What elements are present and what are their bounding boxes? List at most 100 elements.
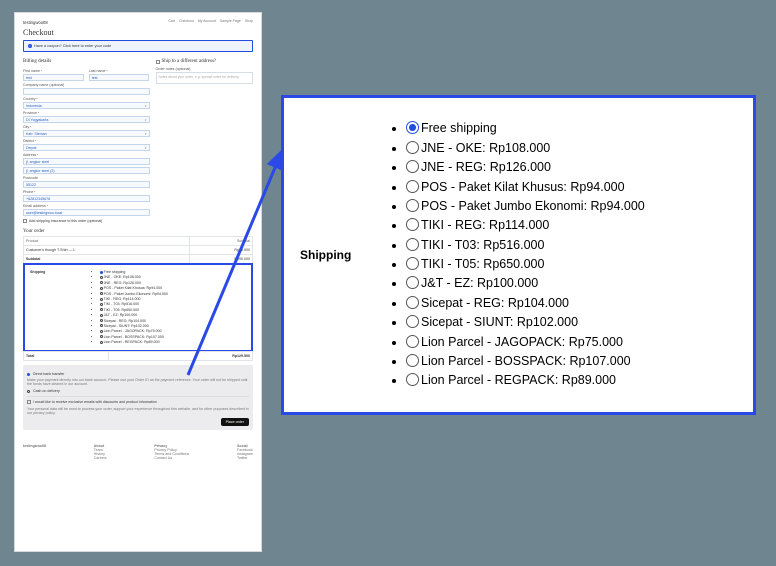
billing-heading: Billing details [23,59,150,64]
privacy-text: Your personal data will be used to proce… [27,407,249,415]
order-heading: Your order [23,229,253,234]
shipping-option[interactable]: Lion Parcel - BOSSPACK: Rp107.000 [406,352,743,371]
country-select[interactable]: Indonesia▾ [23,102,150,109]
radio-icon[interactable] [406,315,419,328]
shipping-option[interactable]: POS - Paket Kilat Khusus: Rp94.000 [406,178,743,197]
label-company: Company name (optional) [23,83,150,87]
label-first-name: First name [23,69,84,73]
address2-input[interactable]: jl. angkor steel (2) [23,167,150,174]
postcode-input[interactable]: 55122 [23,181,150,188]
footer-brand: testingwoo08 [23,444,46,448]
shipping-option-mini[interactable]: Lion Parcel - REGPACK: Rp89.000 [100,340,246,345]
radio-icon[interactable] [100,335,103,338]
shipping-label-mini: Shipping [28,268,90,347]
shipping-row-highlight: Shipping Free shippingJNE - OKE: Rp108.0… [23,263,253,352]
payment-method-bank: Direct bank transfer [33,372,64,376]
radio-icon[interactable] [406,141,419,154]
nav-sample[interactable]: Sample Page [220,19,241,23]
radio-icon[interactable] [100,324,103,327]
label-address: Address [23,153,150,157]
shipping-option[interactable]: Free shipping [406,119,743,138]
checkout-page-thumbnail: testingwoo08 Cart Checkout My Account Sa… [14,12,262,552]
ship-different-checkbox[interactable] [156,60,160,64]
order-notes-textarea[interactable]: Notes about your order, e.g. special not… [156,72,254,84]
address1-input[interactable]: jl. angkor steel [23,158,150,165]
radio-icon[interactable] [100,308,103,311]
city-select[interactable]: Kab. Sleman▾ [23,130,150,137]
chevron-down-icon: ▾ [145,118,147,122]
shipping-option[interactable]: JNE - REG: Rp126.000 [406,158,743,177]
shipping-option[interactable]: TIKI - T03: Rp516.000 [406,236,743,255]
coupon-text: Have a coupon? Click here to enter your … [34,44,111,48]
shipping-option[interactable]: Lion Parcel - REGPACK: Rp89.000 [406,371,743,390]
radio-icon[interactable] [406,276,419,289]
radio-icon[interactable] [100,271,103,274]
first-name-input[interactable]: test [23,74,84,81]
label-country: Country [23,97,150,101]
chevron-down-icon: ▾ [145,104,147,108]
order-line-name: Customer's though T-Shirt — L [24,246,190,255]
top-nav: Cart Checkout My Account Sample Page Sho… [165,19,253,23]
label-province: Province [23,111,150,115]
shipping-option[interactable]: J&T - EZ: Rp100.000 [406,274,743,293]
email-input[interactable]: user@testingwoo.local [23,209,150,216]
payment-method-cod: Cash on delivery [33,389,60,393]
phone-input[interactable]: +62812345678 [23,195,150,202]
radio-icon[interactable] [406,257,419,270]
last-name-input[interactable]: test [89,74,150,81]
shipping-option[interactable]: Lion Parcel - JAGOPACK: Rp75.000 [406,333,743,352]
province-select[interactable]: DI Yogyakarta▾ [23,116,150,123]
label-email: Email address [23,204,150,208]
radio-icon[interactable] [100,298,103,301]
payment-radio-bank[interactable] [27,373,30,376]
radio-icon[interactable] [406,199,419,212]
radio-icon[interactable] [100,319,103,322]
radio-icon[interactable] [100,303,103,306]
label-order-notes: Order notes (optional) [156,67,254,71]
nav-checkout[interactable]: Checkout [179,19,194,23]
radio-icon[interactable] [100,276,103,279]
radio-icon[interactable] [406,121,419,134]
nav-cart[interactable]: Cart [168,19,175,23]
radio-icon[interactable] [100,314,103,317]
radio-icon[interactable] [406,218,419,231]
label-last-name: Last name [89,69,150,73]
shipping-option[interactable]: POS - Paket Jumbo Ekonomi: Rp94.000 [406,197,743,216]
radio-icon[interactable] [406,373,419,386]
mailing-checkbox[interactable] [27,400,31,404]
nav-shop[interactable]: Shop [245,19,253,23]
insurance-checkbox[interactable] [23,219,27,223]
district-select[interactable]: Depok▾ [23,144,150,151]
shipping-option[interactable]: TIKI - REG: Rp114.000 [406,216,743,235]
radio-icon[interactable] [100,330,103,333]
radio-icon[interactable] [100,281,103,284]
payment-desc: Make your payment directly into our bank… [27,378,249,386]
radio-icon[interactable] [100,341,103,344]
radio-icon[interactable] [100,292,103,295]
shipping-option[interactable]: Sicepat - SIUNT: Rp102.000 [406,313,743,332]
info-icon: i [28,44,32,48]
order-table: ProductSubtotal Customer's though T-Shir… [23,236,253,264]
label-city: City [23,125,150,129]
radio-icon[interactable] [100,287,103,290]
col-subtotal: Subtotal [189,237,252,246]
company-input[interactable] [23,88,150,95]
shipping-option[interactable]: Sicepat - REG: Rp104.000 [406,294,743,313]
place-order-button[interactable]: Place order [221,418,249,426]
radio-icon[interactable] [406,238,419,251]
coupon-notice[interactable]: iHave a coupon? Click here to enter your… [23,40,253,52]
page-title: Checkout [23,28,253,37]
radio-icon[interactable] [406,180,419,193]
insurance-label: Add shipping insurance to this order (op… [29,219,102,223]
shipping-option[interactable]: JNE - OKE: Rp108.000 [406,139,743,158]
total-label: Total [24,352,109,361]
label-phone: Phone [23,190,150,194]
payment-radio-cod[interactable] [27,390,30,393]
radio-icon[interactable] [406,354,419,367]
radio-icon[interactable] [406,335,419,348]
shipping-option[interactable]: TIKI - T05: Rp650.000 [406,255,743,274]
radio-icon[interactable] [406,160,419,173]
callout-label: Shipping [300,248,380,262]
radio-icon[interactable] [406,296,419,309]
nav-account[interactable]: My Account [198,19,216,23]
